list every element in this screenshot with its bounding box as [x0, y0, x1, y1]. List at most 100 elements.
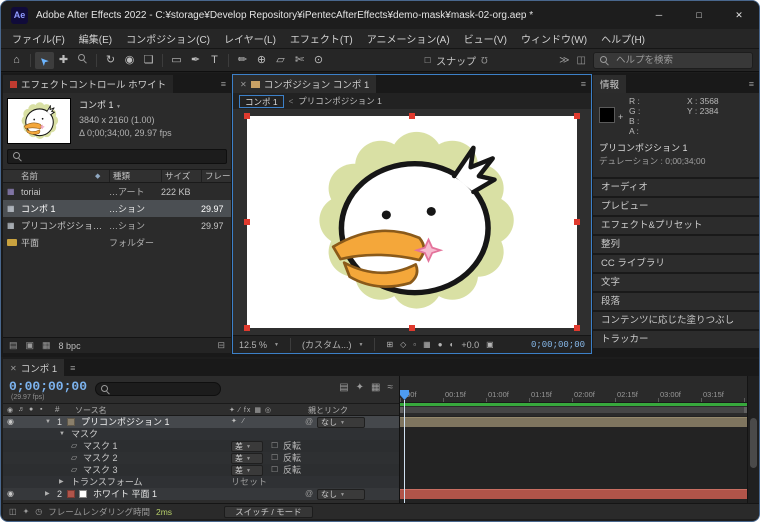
solid-color-swatch[interactable]: [79, 490, 87, 498]
camera-tool-button[interactable]: ◉: [120, 52, 139, 69]
comp-nav-precomp[interactable]: プリコンポジション 1: [298, 95, 382, 107]
menu-view[interactable]: ビュー(V): [457, 31, 514, 46]
switches-modes-toggle-button[interactable]: スイッチ / モード: [224, 505, 313, 518]
work-area-bar[interactable]: [400, 407, 747, 413]
invert-checkbox[interactable]: ☐: [271, 452, 278, 464]
layer-color-swatch[interactable]: [67, 490, 75, 498]
pan-behind-tool-button[interactable]: ❏: [139, 52, 158, 69]
comp-nav-current[interactable]: コンポ 1: [239, 94, 284, 108]
shy-layers-icon[interactable]: ✦: [356, 382, 364, 393]
layer2-duration-bar[interactable]: [400, 489, 747, 499]
roto-brush-tool-button[interactable]: ✄: [290, 52, 309, 69]
project-search-input[interactable]: [7, 149, 227, 164]
mask3-mode-select[interactable]: 差 ▼: [231, 465, 263, 476]
graph-editor-icon[interactable]: ≈: [388, 382, 394, 393]
mask-row-1[interactable]: ▱ マスク 1 差 ▼ ☐ 反転: [3, 440, 399, 452]
selection-handle[interactable]: [574, 113, 580, 119]
maximize-button[interactable]: □: [679, 1, 719, 29]
panel-tab-preview[interactable]: プレビュー: [593, 198, 759, 215]
project-row-toriai[interactable]: ▦ toriai …アート 222 KB: [3, 183, 231, 200]
toggle-transfer-controls-icon[interactable]: ✦: [23, 507, 30, 516]
mask1-mode-select[interactable]: 差 ▼: [231, 441, 263, 452]
mask-group-row[interactable]: ▼ マスク: [3, 428, 399, 440]
menu-composition[interactable]: コンポジション(C): [119, 31, 217, 46]
tab-info[interactable]: 情報: [593, 75, 627, 93]
layer-switches-icons[interactable]: ✦ ⁄: [231, 416, 246, 428]
panel-tab-audio[interactable]: オーディオ: [593, 179, 759, 196]
pick-whip-icon[interactable]: @: [305, 488, 313, 500]
panel-menu-icon[interactable]: ≡: [216, 79, 231, 89]
tab-composition[interactable]: ✕ コンポジション コンポ 1: [233, 75, 377, 93]
selection-handle[interactable]: [574, 219, 580, 225]
invert-checkbox[interactable]: ☐: [271, 440, 278, 452]
panel-tab-effects-presets[interactable]: エフェクト&プリセット: [593, 217, 759, 234]
brush-tool-button[interactable]: ✏: [233, 52, 252, 69]
selection-handle[interactable]: [409, 113, 415, 119]
layer-row-1[interactable]: ◉ ▼ 1 プリコンポジション 1 ✦ ⁄ @ なし ▼: [3, 416, 399, 428]
mask-visibility-icon[interactable]: ◇: [400, 340, 406, 349]
interpret-footage-button[interactable]: ▤: [9, 340, 18, 351]
panel-menu-icon[interactable]: ≡: [576, 79, 591, 89]
selection-handle[interactable]: [574, 325, 580, 331]
layer-row-2[interactable]: ◉ ▶ 2 ホワイト 平面 1 @ なし ▼: [3, 488, 399, 500]
frame-blend-icon[interactable]: ▦: [371, 382, 380, 393]
tab-close-icon[interactable]: ✕: [240, 80, 247, 89]
pick-whip-icon[interactable]: @: [305, 416, 313, 428]
viewer-timecode[interactable]: 0;00;00;00: [531, 340, 585, 350]
composition-canvas[interactable]: [244, 113, 580, 331]
selection-handle[interactable]: [409, 325, 415, 331]
panel-tab-paragraph[interactable]: 段落: [593, 293, 759, 310]
selection-handle[interactable]: [244, 113, 250, 119]
layer-color-swatch[interactable]: [67, 418, 75, 426]
mask-name[interactable]: マスク 3: [83, 464, 118, 476]
selection-handle[interactable]: [244, 325, 250, 331]
menu-effect[interactable]: エフェクト(T): [283, 31, 360, 46]
project-row-solids-folder[interactable]: 平面 フォルダー: [3, 234, 231, 251]
project-row-comp1[interactable]: ▦ コンポ 1 …ション 29.97: [3, 200, 231, 217]
menu-file[interactable]: ファイル(F): [5, 31, 72, 46]
shape-tool-button[interactable]: ▭: [167, 52, 186, 69]
menu-layer[interactable]: レイヤー(L): [217, 31, 283, 46]
help-search-input[interactable]: [614, 53, 726, 67]
exposure-icon[interactable]: ◐: [450, 340, 455, 349]
new-folder-button[interactable]: ▣: [26, 340, 35, 351]
menu-help[interactable]: ヘルプ(H): [594, 31, 652, 46]
invert-checkbox[interactable]: ☐: [271, 464, 278, 476]
menu-animation[interactable]: アニメーション(A): [360, 31, 457, 46]
timeline-vertical-scrollbar[interactable]: [747, 376, 759, 503]
tab-effect-controls[interactable]: エフェクトコントロール ホワイト: [3, 75, 174, 93]
layer1-duration-bar[interactable]: [400, 417, 747, 427]
new-composition-button[interactable]: ▦: [42, 340, 51, 351]
minimize-button[interactable]: ─: [639, 1, 679, 29]
scrollbar-thumb[interactable]: [750, 418, 757, 468]
zoom-tool-button[interactable]: [73, 52, 92, 69]
project-bit-depth-button[interactable]: 8 bpc: [59, 341, 81, 351]
column-type[interactable]: 種類: [109, 170, 161, 182]
puppet-tool-button[interactable]: ⊙: [309, 52, 328, 69]
twirl-closed-icon[interactable]: ▶: [59, 476, 64, 488]
column-parent-link[interactable]: 親とリンク: [308, 405, 348, 416]
current-time-indicator-line[interactable]: [404, 400, 405, 503]
mini-flowchart-icon[interactable]: ▤: [339, 382, 348, 393]
snap-checkbox[interactable]: ☐: [424, 56, 431, 65]
home-tool-button[interactable]: ⌂: [7, 52, 26, 69]
label-column-icon[interactable]: ◆: [95, 172, 109, 180]
transform-reset-button[interactable]: リセット: [231, 476, 267, 488]
menu-edit[interactable]: 編集(E): [72, 31, 119, 46]
timeline-current-time[interactable]: 0;00;00;00: [9, 379, 87, 394]
eye-icon[interactable]: ◉: [7, 416, 14, 428]
eraser-tool-button[interactable]: ▱: [271, 52, 290, 69]
panel-tab-align[interactable]: 整列: [593, 236, 759, 253]
panel-tab-cc-libraries[interactable]: CC ライブラリ: [593, 255, 759, 272]
column-name[interactable]: 名前: [3, 170, 95, 182]
hand-tool-button[interactable]: ✚: [54, 52, 73, 69]
trash-icon[interactable]: ⊟: [217, 340, 225, 351]
layer2-parent-select[interactable]: なし ▼: [317, 489, 365, 500]
panel-tab-content-aware-fill[interactable]: コンテンツに応じた塗りつぶし: [593, 312, 759, 329]
mask-row-3[interactable]: ▱ マスク 3 差 ▼ ☐ 反転: [3, 464, 399, 476]
panel-tab-tracker[interactable]: トラッカー: [593, 331, 759, 348]
close-button[interactable]: ✕: [719, 1, 759, 29]
layer-name[interactable]: プリコンポジション 1: [81, 416, 170, 428]
channels-icon[interactable]: ●: [438, 340, 443, 349]
transparency-grid-icon[interactable]: ▦: [423, 340, 431, 349]
